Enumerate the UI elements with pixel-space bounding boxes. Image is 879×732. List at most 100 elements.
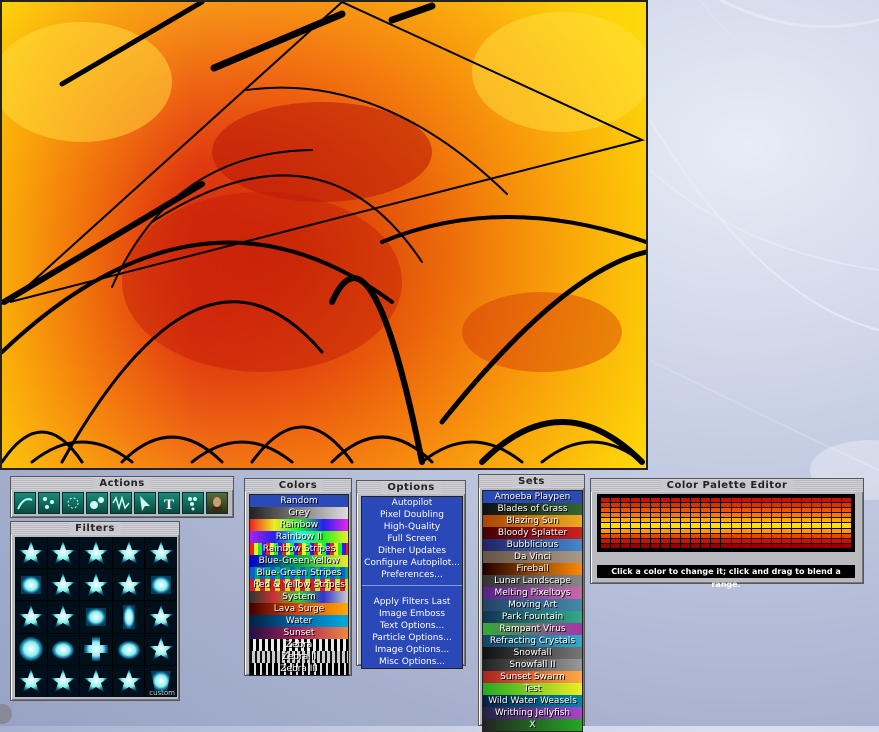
palette-swatch[interactable] (601, 543, 611, 548)
bubbles-icon[interactable] (86, 492, 108, 514)
palette-swatch[interactable] (611, 498, 621, 503)
palette-swatch[interactable] (621, 543, 631, 548)
color-scheme-item[interactable]: Blue-Green-Yellow (250, 555, 348, 567)
palette-swatch[interactable] (681, 503, 691, 508)
palette-swatch[interactable] (681, 508, 691, 513)
palette-swatch[interactable] (661, 543, 671, 548)
filter-tile[interactable] (112, 633, 145, 665)
palette-swatch[interactable] (841, 528, 851, 533)
palette-swatch[interactable] (631, 538, 641, 543)
filter-tile[interactable] (112, 665, 145, 697)
set-item[interactable]: Lunar Landscape (483, 575, 582, 587)
palette-swatch[interactable] (631, 523, 641, 528)
palette-swatch[interactable] (701, 538, 711, 543)
color-scheme-item[interactable]: Zebra (250, 639, 348, 651)
palette-swatch[interactable] (601, 518, 611, 523)
palette-swatch[interactable] (831, 513, 841, 518)
palette-swatch[interactable] (631, 518, 641, 523)
palette-swatch[interactable] (721, 523, 731, 528)
palette-swatch[interactable] (781, 503, 791, 508)
palette-swatch[interactable] (621, 498, 631, 503)
color-scheme-item[interactable]: Lava Surge (250, 603, 348, 615)
palette-swatch[interactable] (711, 508, 721, 513)
palette-swatch[interactable] (781, 533, 791, 538)
palette-swatch[interactable] (831, 523, 841, 528)
set-item[interactable]: X (483, 719, 582, 731)
palette-swatch[interactable] (761, 533, 771, 538)
filter-tile[interactable] (80, 537, 112, 569)
palette-swatch[interactable] (801, 528, 811, 533)
palette-swatch[interactable] (661, 518, 671, 523)
palette-swatch[interactable] (811, 498, 821, 503)
palette-swatch[interactable] (631, 508, 641, 513)
palette-swatch[interactable] (841, 513, 851, 518)
option-item[interactable]: Misc Options... (362, 656, 462, 668)
palette-swatch[interactable] (681, 498, 691, 503)
set-item[interactable]: Melting Pixeltoys (483, 587, 582, 599)
palette-swatch[interactable] (641, 523, 651, 528)
palette-swatch[interactable] (691, 508, 701, 513)
particles-icon[interactable] (62, 492, 84, 514)
palette-swatch[interactable] (741, 518, 751, 523)
color-scheme-item[interactable]: Rainbow (250, 519, 348, 531)
palette-swatch[interactable] (811, 508, 821, 513)
palette-swatch-grid[interactable] (597, 494, 855, 552)
palette-swatch[interactable] (661, 513, 671, 518)
set-item[interactable]: Da Vinci (483, 551, 582, 563)
palette-swatch[interactable] (691, 528, 701, 533)
palette-swatch[interactable] (841, 533, 851, 538)
palette-swatch[interactable] (711, 513, 721, 518)
palette-swatch[interactable] (611, 503, 621, 508)
option-item[interactable]: Text Options... (362, 620, 462, 632)
color-scheme-item[interactable]: Water (250, 615, 348, 627)
palette-swatch[interactable] (701, 508, 711, 513)
palette-swatch[interactable] (661, 508, 671, 513)
filter-tile[interactable] (47, 569, 80, 601)
color-scheme-item[interactable]: Blue-Green Stripes (250, 567, 348, 579)
palette-swatch[interactable] (761, 543, 771, 548)
set-item[interactable]: Snowfall II (483, 659, 582, 671)
palette-swatch[interactable] (801, 538, 811, 543)
palette-swatch[interactable] (831, 503, 841, 508)
set-item[interactable]: Writhing Jellyfish (483, 707, 582, 719)
palette-swatch[interactable] (831, 528, 841, 533)
palette-swatch[interactable] (601, 523, 611, 528)
color-scheme-item[interactable]: Zebra II (250, 651, 348, 663)
color-scheme-item[interactable]: Rainbow II (250, 531, 348, 543)
palette-swatch[interactable] (641, 538, 651, 543)
palette-swatch[interactable] (751, 523, 761, 528)
palette-swatch[interactable] (741, 543, 751, 548)
palette-swatch[interactable] (811, 538, 821, 543)
palette-swatch[interactable] (831, 533, 841, 538)
palette-swatch[interactable] (651, 513, 661, 518)
palette-swatch[interactable] (671, 508, 681, 513)
palette-swatch[interactable] (791, 523, 801, 528)
palette-swatch[interactable] (671, 543, 681, 548)
set-item[interactable]: Rampant Virus (483, 623, 582, 635)
palette-swatch[interactable] (611, 523, 621, 528)
palette-swatch[interactable] (721, 498, 731, 503)
palette-swatch[interactable] (621, 523, 631, 528)
flow-icon[interactable] (14, 492, 36, 514)
filter-tile[interactable] (112, 569, 145, 601)
palette-swatch[interactable] (671, 503, 681, 508)
palette-swatch[interactable] (671, 528, 681, 533)
palette-swatch[interactable] (751, 498, 761, 503)
palette-swatch[interactable] (611, 528, 621, 533)
palette-swatch[interactable] (821, 528, 831, 533)
palette-swatch[interactable] (791, 543, 801, 548)
palette-swatch[interactable] (751, 513, 761, 518)
palette-swatch[interactable] (831, 498, 841, 503)
palette-swatch[interactable] (801, 498, 811, 503)
color-scheme-item[interactable]: Random (250, 495, 348, 507)
palette-swatch[interactable] (841, 508, 851, 513)
palette-swatch[interactable] (811, 513, 821, 518)
palette-swatch[interactable] (801, 533, 811, 538)
palette-swatch[interactable] (771, 498, 781, 503)
palette-swatch[interactable] (701, 543, 711, 548)
palette-swatch[interactable] (711, 498, 721, 503)
set-item[interactable]: Bubblicious (483, 539, 582, 551)
palette-swatch[interactable] (731, 503, 741, 508)
palette-swatch[interactable] (701, 523, 711, 528)
palette-swatch[interactable] (611, 543, 621, 548)
